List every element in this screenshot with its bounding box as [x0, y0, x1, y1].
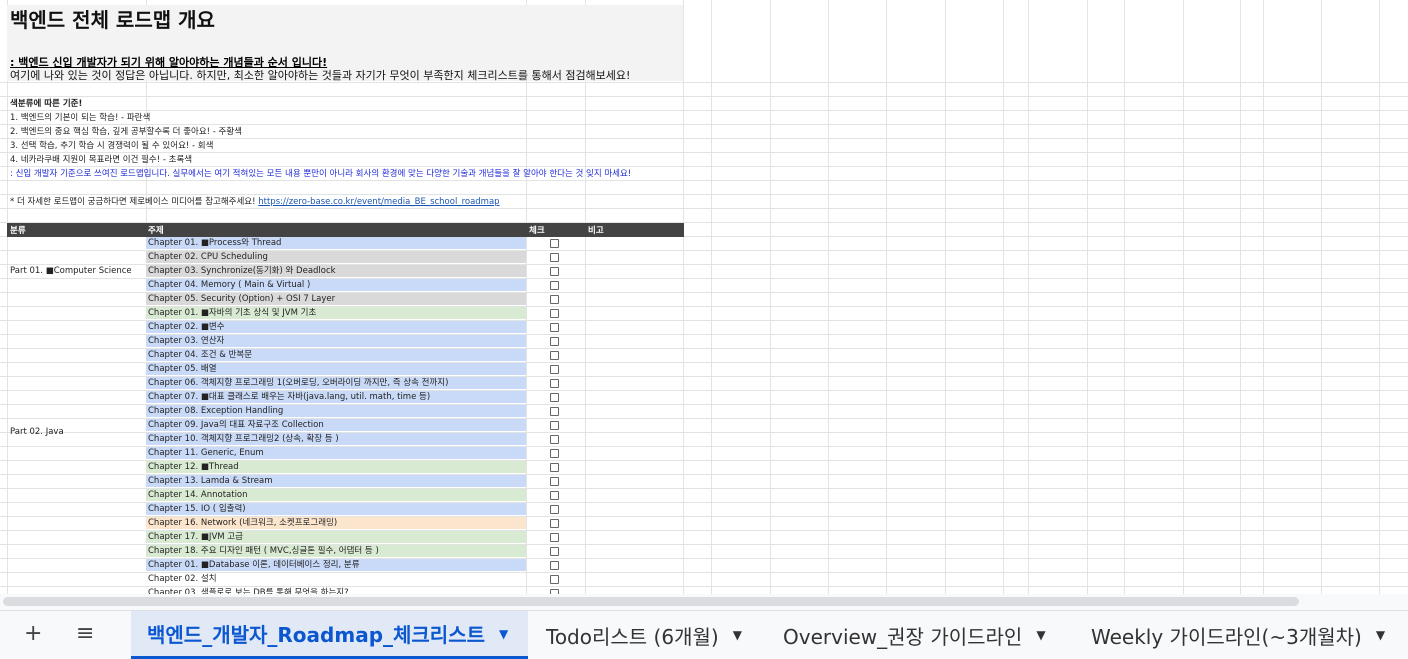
- legend-item: 4. 네카라쿠배 지원이 목표라면 이건 필수! - 초록색: [10, 155, 193, 165]
- sheet-tab-weekly[interactable]: Weekly 가이드라인(~3개월차) ▼: [1075, 611, 1408, 659]
- row-checkbox[interactable]: [550, 267, 559, 276]
- table-row: Chapter 10. 객체지향 프로그래밍2 (상속, 확장 등 ): [146, 433, 526, 446]
- table-row: Chapter 01. ■Database 이론, 데이터베이스 정리, 분류: [146, 559, 526, 572]
- intro-description: 여기에 나와 있는 것이 정답은 아닙니다. 하지만, 최소한 알아야하는 것들…: [10, 69, 631, 82]
- legend-item: 1. 백엔드의 기본이 되는 학습! - 파란색: [10, 113, 151, 123]
- row-checkbox[interactable]: [550, 561, 559, 570]
- row-checkbox[interactable]: [550, 435, 559, 444]
- table-row: Chapter 13. Lamda & Stream: [146, 475, 526, 488]
- table-row: Chapter 06. 객체지향 프로그래밍 1(오버로딩, 오버라이딩 까지만…: [146, 377, 526, 390]
- table-row: Chapter 05. Security (Option) + OSI 7 La…: [146, 293, 526, 306]
- table-row: Chapter 07. ■대표 클래스로 배우는 자바(java.lang, u…: [146, 391, 526, 404]
- table-row: Chapter 11. Generic, Enum: [146, 447, 526, 460]
- roadmap-link[interactable]: https://zero-base.co.kr/event/media_BE_s…: [258, 197, 499, 207]
- row-checkbox[interactable]: [550, 477, 559, 486]
- row-checkbox[interactable]: [550, 281, 559, 290]
- roadmap-more-prefix: * 더 자세한 로드맵이 궁금하다면 제로베이스 미디어를 참고해주세요!: [10, 197, 256, 207]
- table-row: Chapter 04. 조건 & 반복문: [146, 349, 526, 362]
- legend-item: 2. 백엔드의 중요 핵심 학습, 깊게 공부할수록 더 좋아요! - 주황색: [10, 127, 242, 137]
- table-row: Chapter 17. ■JVM 고급: [146, 531, 526, 544]
- scrollbar-thumb[interactable]: [3, 597, 1299, 606]
- row-checkbox[interactable]: [550, 505, 559, 514]
- sheet-tab-overview[interactable]: Overview_권장 가이드라인 ▼: [767, 611, 1070, 659]
- row-checkbox[interactable]: [550, 351, 559, 360]
- legend-heading: 색분류에 따른 기준!: [10, 99, 83, 109]
- table-row: Chapter 01. ■자바의 기초 상식 및 JVM 기초: [146, 307, 526, 320]
- chevron-down-icon[interactable]: ▼: [1036, 628, 1045, 642]
- header-category: 분류: [10, 226, 26, 236]
- row-checkbox[interactable]: [550, 491, 559, 500]
- tab-label: 백엔드_개발자_Roadmap_체크리스트: [147, 623, 486, 647]
- table-row: Chapter 09. Java의 대표 자료구조 Collection: [146, 419, 526, 432]
- sheet-tab-roadmap[interactable]: 백엔드_개발자_Roadmap_체크리스트 ▼: [131, 611, 528, 659]
- tab-label: Todo리스트 (6개월): [546, 624, 719, 649]
- row-checkbox[interactable]: [550, 379, 559, 388]
- row-checkbox[interactable]: [550, 421, 559, 430]
- part-label: Part 02. Java: [10, 427, 64, 437]
- tab-label: Overview_권장 가이드라인: [783, 624, 1023, 649]
- table-header: 분류 주제 체크 비고: [7, 223, 684, 237]
- legend-item: 3. 선택 학습, 추기 학습 시 경쟁력이 될 수 있어요! - 회색: [10, 141, 214, 151]
- add-sheet-icon[interactable]: +: [24, 621, 42, 646]
- table-row: Chapter 12. ■Thread: [146, 461, 526, 474]
- table-row: Chapter 04. Memory ( Main & Virtual ): [146, 279, 526, 292]
- table-row: Chapter 01. ■Process와 Thread: [146, 237, 526, 250]
- table-row: Chapter 05. 배열: [146, 363, 526, 376]
- roadmap-more-info: * 더 자세한 로드맵이 궁금하다면 제로베이스 미디어를 참고해주세요! ht…: [10, 195, 500, 207]
- row-checkbox[interactable]: [550, 365, 559, 374]
- row-checkbox[interactable]: [550, 449, 559, 458]
- header-note: 비고: [588, 226, 604, 236]
- spreadsheet-grid[interactable]: 백엔드 전체 로드맵 개요 : 백엔드 신입 개발자가 되기 위해 알아야하는 …: [0, 0, 1408, 594]
- sheet-tab-bar: + ≡ 백엔드_개발자_Roadmap_체크리스트 ▼ Todo리스트 (6개월…: [0, 610, 1408, 659]
- row-checkbox[interactable]: [550, 533, 559, 542]
- row-checkbox[interactable]: [550, 309, 559, 318]
- part-label: Part 01. ■Computer Science: [10, 266, 132, 276]
- legend-note: : 신입 개발자 기준으로 쓰여진 로드맵입니다. 실무에서는 여기 적혀있는 …: [10, 169, 632, 179]
- table-row: Chapter 14. Annotation: [146, 489, 526, 502]
- sheet-tab-todo[interactable]: Todo리스트 (6개월) ▼: [530, 611, 764, 659]
- table-row: Chapter 16. Network (네크워크, 소켓프로그래밍): [146, 517, 526, 530]
- table-row: Chapter 03. Synchronize(동기화) 와 Deadlock: [146, 265, 526, 278]
- row-checkbox[interactable]: [550, 407, 559, 416]
- row-checkbox[interactable]: [550, 337, 559, 346]
- row-checkbox[interactable]: [550, 519, 559, 528]
- row-checkbox[interactable]: [550, 547, 559, 556]
- header-topic: 주제: [148, 226, 164, 236]
- table-row: Chapter 15. IO ( 입출력): [146, 503, 526, 516]
- page-title: 백엔드 전체 로드맵 개요: [10, 8, 215, 32]
- row-checkbox[interactable]: [550, 463, 559, 472]
- row-checkbox[interactable]: [550, 295, 559, 304]
- table-row: Chapter 18. 주요 디자인 패턴 ( MVC,싱글톤 필수, 어댑터 …: [146, 545, 526, 558]
- row-checkbox[interactable]: [550, 239, 559, 248]
- chevron-down-icon[interactable]: ▼: [499, 627, 508, 641]
- row-checkbox[interactable]: [550, 575, 559, 584]
- table-row: Chapter 02. 설치: [146, 573, 526, 586]
- chevron-down-icon[interactable]: ▼: [733, 628, 742, 642]
- table-row: Chapter 03. 샘플로로 보는 DB를 통해 무엇을 하는지?: [146, 587, 526, 594]
- table-row: Chapter 02. ■변수: [146, 321, 526, 334]
- row-checkbox[interactable]: [550, 393, 559, 402]
- row-checkbox[interactable]: [550, 253, 559, 262]
- table-row: Chapter 03. 연산자: [146, 335, 526, 348]
- row-checkbox[interactable]: [550, 323, 559, 332]
- chevron-down-icon[interactable]: ▼: [1376, 628, 1385, 642]
- horizontal-scrollbar[interactable]: [0, 594, 1408, 610]
- tab-label: Weekly 가이드라인(~3개월차): [1091, 624, 1362, 649]
- header-check: 체크: [529, 226, 545, 236]
- table-row: Chapter 08. Exception Handling: [146, 405, 526, 418]
- all-sheets-icon[interactable]: ≡: [76, 621, 94, 646]
- table-row: Chapter 02. CPU Scheduling: [146, 251, 526, 264]
